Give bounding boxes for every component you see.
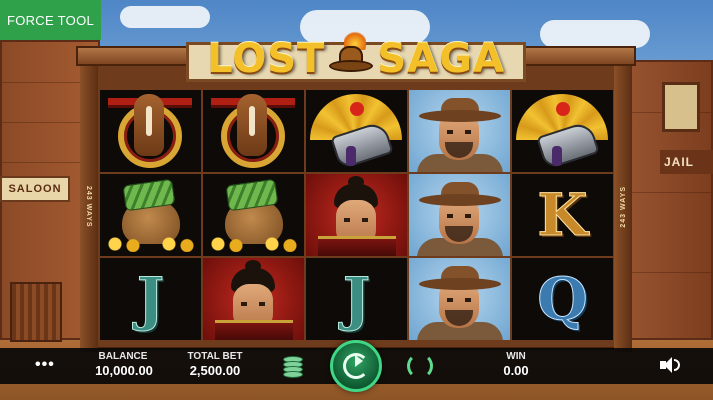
symbol-fan-gun [512, 90, 613, 172]
jail-sign: JAIL [660, 150, 713, 174]
spin-button[interactable] [330, 340, 382, 392]
game-logo: LOST SAGA [186, 30, 526, 86]
symbol-samurai-woman [203, 258, 304, 340]
logo-title-left: LOST [207, 36, 326, 82]
symbol-horse [203, 90, 304, 172]
symbol-j: J [306, 258, 407, 340]
building-window [662, 82, 700, 132]
reel-4 [409, 90, 510, 340]
symbol-k: K [512, 174, 613, 256]
saloon-door [10, 282, 62, 342]
autoplay-icon[interactable] [407, 353, 433, 379]
reel-5: K Q [512, 90, 613, 340]
logo-title-right: SAGA [377, 36, 505, 82]
letter-k: K [537, 181, 588, 250]
total-bet-label: TOTAL BET [187, 351, 243, 362]
force-tool-button[interactable]: FORCE TOOL [0, 0, 101, 40]
total-bet-value: 2,500.00 [189, 363, 241, 378]
menu-icon[interactable]: ••• [35, 356, 55, 374]
symbol-cowboy [409, 90, 510, 172]
saloon-sign: SALOON [0, 176, 70, 202]
letter-q: Q [537, 265, 589, 334]
symbol-j: J [100, 258, 201, 340]
chips-icon[interactable] [283, 356, 303, 382]
sound-icon[interactable] [660, 356, 680, 374]
cowboy-hat-icon [329, 44, 374, 74]
reel-1: J [100, 90, 201, 340]
reels-grid: J J K Q [100, 90, 613, 340]
symbol-fan-gun [306, 90, 407, 172]
ways-label-right: 243 WAYS [620, 186, 627, 228]
reel-2 [203, 90, 304, 340]
win-value: 0.00 [503, 363, 529, 378]
spin-arrow-icon [355, 355, 363, 367]
symbol-money-bag [100, 174, 201, 256]
symbol-cowboy [409, 258, 510, 340]
letter-j: J [136, 265, 165, 334]
letter-j: J [342, 265, 371, 334]
balance-label: BALANCE [98, 351, 148, 362]
balance-value: 10,000.00 [95, 363, 153, 378]
symbol-money-bag [203, 174, 304, 256]
symbol-samurai-man [306, 174, 407, 256]
ways-label-left: 243 WAYS [85, 186, 92, 228]
win-label: WIN [506, 351, 526, 362]
symbol-horse [100, 90, 201, 172]
symbol-cowboy [409, 174, 510, 256]
symbol-q: Q [512, 258, 613, 340]
reel-3: J [306, 90, 407, 340]
